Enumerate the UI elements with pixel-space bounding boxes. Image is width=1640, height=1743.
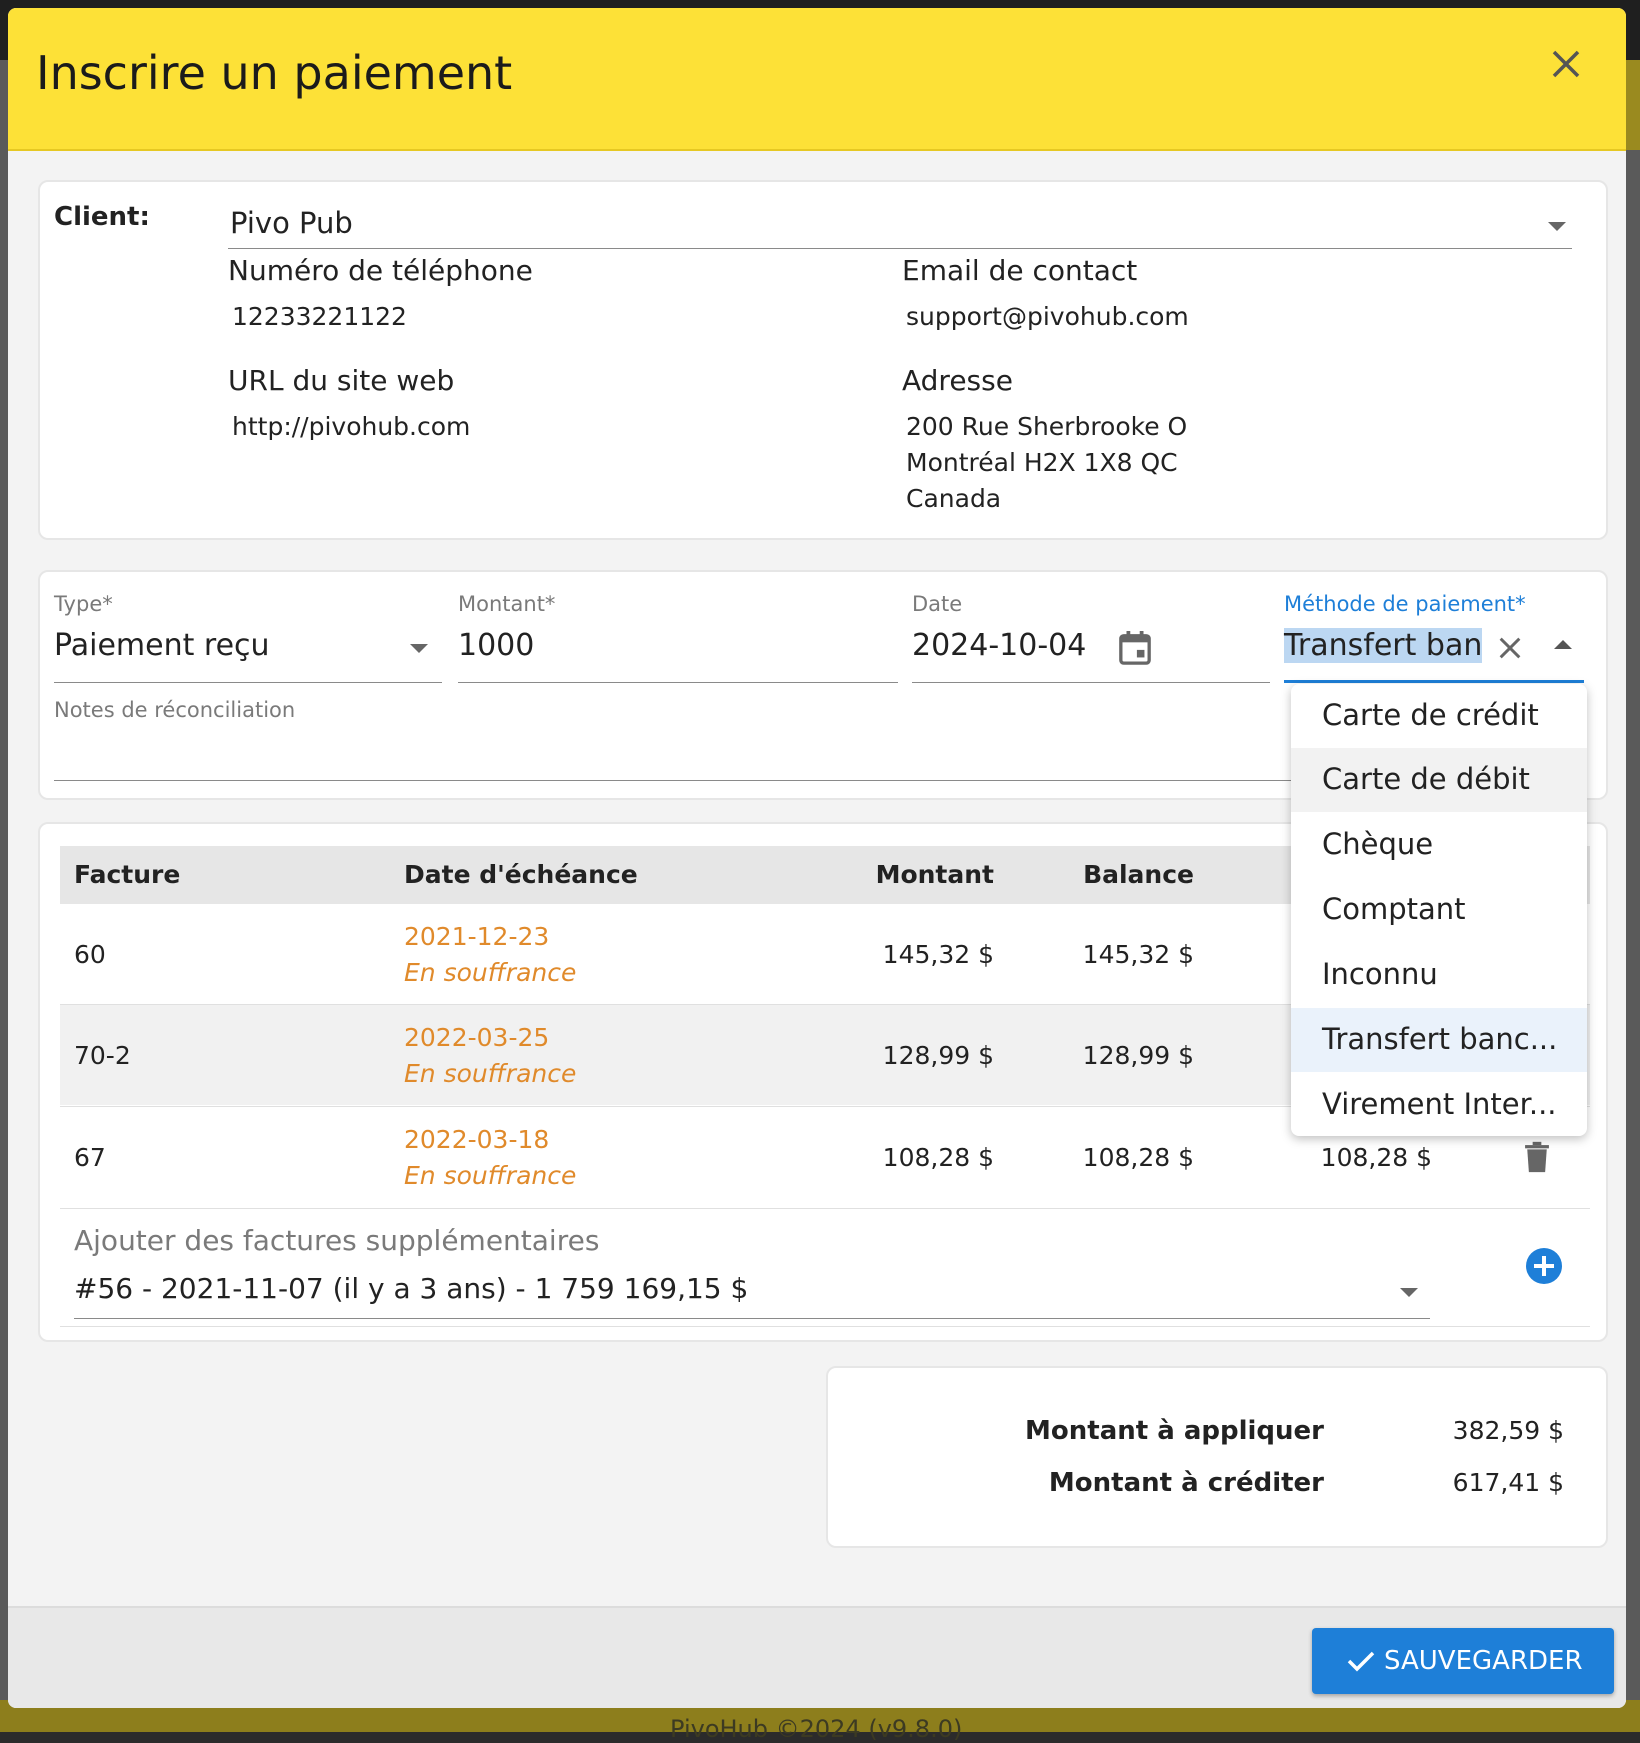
client-select[interactable]: Pivo Pub (228, 198, 1572, 248)
method-select[interactable]: Transfert ban (1284, 624, 1584, 672)
website-link[interactable]: http://pivohub.com (232, 412, 470, 441)
credit-label: Montant à créditer (1048, 1468, 1324, 1498)
invoice-number: 60 (74, 940, 106, 969)
add-invoice-underline (74, 1318, 1430, 1319)
header-invoice: Facture (74, 860, 181, 889)
add-invoice-icon[interactable] (1526, 1248, 1562, 1284)
date-underline (912, 682, 1270, 683)
date-label: Date (912, 592, 963, 616)
type-underline (54, 682, 442, 683)
status-label: En souffrance (404, 1059, 577, 1088)
email-label: Email de contact (902, 254, 1138, 287)
address-line: 200 Rue Sherbrooke O (906, 412, 1188, 441)
apply-value: 382,59 $ (1452, 1416, 1564, 1445)
phone-link[interactable]: 12233221122 (232, 302, 407, 331)
amount-underline (458, 682, 898, 683)
address-line: Canada (906, 484, 1002, 513)
applied-amount[interactable]: 108,28 $ (1321, 1143, 1432, 1172)
website-label: URL du site web (228, 364, 455, 397)
email-link[interactable]: support@pivohub.com (906, 302, 1189, 331)
dialog-title: Inscrire un paiement (36, 46, 513, 100)
menu-item-debit-card[interactable]: Carte de débit (1291, 748, 1587, 812)
card-divider (60, 1326, 1590, 1327)
invoice-amount: 128,99 $ (882, 1041, 994, 1070)
chevron-down-icon[interactable] (410, 644, 428, 653)
menu-item-cheque[interactable]: Chèque (1291, 813, 1587, 877)
background-footer-text: PivoHub ©2024 (v9.8.0) (670, 1715, 963, 1743)
invoice-number: 67 (74, 1143, 106, 1172)
add-invoice-value: #56 - 2021-11-07 (il y a 3 ans) - 1 759 … (74, 1272, 749, 1305)
menu-item-cash[interactable]: Comptant (1291, 878, 1587, 942)
type-value: Paiement reçu (54, 628, 270, 663)
check-icon (1347, 1651, 1375, 1672)
address-line: Montréal H2X 1X8 QC (906, 448, 1178, 477)
clear-icon[interactable] (1496, 634, 1524, 662)
close-icon[interactable] (1546, 44, 1586, 84)
save-button[interactable]: SAUVEGARDER (1312, 1628, 1614, 1694)
method-label: Méthode de paiement* (1284, 592, 1526, 616)
dialog-header: Inscrire un paiement (8, 8, 1626, 151)
status-label: En souffrance (404, 958, 577, 987)
method-underline (1284, 680, 1584, 683)
due-date: 2022-03-18 (404, 1125, 550, 1154)
invoice-balance: 128,99 $ (1082, 1041, 1194, 1070)
add-invoice-select[interactable]: #56 - 2021-11-07 (il y a 3 ans) - 1 759 … (74, 1266, 1430, 1316)
trash-icon[interactable] (1524, 1141, 1550, 1173)
notes-label: Notes de réconciliation (54, 698, 296, 722)
phone-label: Numéro de téléphone (228, 254, 533, 287)
menu-item-interac[interactable]: Virement Inter... (1291, 1073, 1587, 1136)
payment-method-menu: Carte de crédit Carte de débit Chèque Co… (1291, 684, 1587, 1136)
menu-item-credit-card[interactable]: Carte de crédit (1291, 684, 1587, 748)
payment-dialog: Inscrire un paiement Client: Pivo Pub Nu… (8, 8, 1626, 1708)
apply-label: Montant à appliquer (1025, 1416, 1324, 1446)
calendar-icon[interactable] (1118, 630, 1152, 666)
client-underline (228, 248, 1572, 249)
summary-card: Montant à appliquer 382,59 $ Montant à c… (826, 1366, 1608, 1548)
invoice-number: 70-2 (74, 1041, 131, 1070)
status-label: En souffrance (404, 1161, 577, 1190)
header-due-date: Date d'échéance (404, 860, 638, 889)
header-balance: Balance (1083, 860, 1194, 889)
menu-item-unknown[interactable]: Inconnu (1291, 943, 1587, 1007)
method-value: Transfert ban (1284, 628, 1483, 663)
chevron-up-icon[interactable] (1554, 640, 1572, 649)
row-divider (60, 1208, 1590, 1209)
invoice-balance: 108,28 $ (1082, 1143, 1194, 1172)
invoice-balance: 145,32 $ (1082, 940, 1194, 969)
amount-label: Montant* (458, 592, 556, 616)
due-date: 2021-12-23 (404, 922, 550, 951)
address-label: Adresse (902, 364, 1013, 397)
amount-input[interactable]: 1000 (458, 628, 898, 663)
due-date: 2022-03-25 (404, 1023, 550, 1052)
client-card: Client: Pivo Pub Numéro de téléphone 122… (38, 180, 1608, 540)
credit-value: 617,41 $ (1452, 1468, 1564, 1497)
add-invoice-label: Ajouter des factures supplémentaires (74, 1224, 600, 1257)
invoice-amount: 108,28 $ (882, 1143, 994, 1172)
type-label: Type* (54, 592, 113, 616)
client-label: Client: (54, 202, 150, 232)
chevron-down-icon[interactable] (1548, 222, 1566, 231)
chevron-down-icon[interactable] (1400, 1288, 1418, 1297)
menu-item-bank-transfer[interactable]: Transfert banc... (1291, 1008, 1587, 1072)
save-label: SAUVEGARDER (1384, 1646, 1583, 1676)
header-amount: Montant (875, 860, 994, 889)
invoice-amount: 145,32 $ (882, 940, 994, 969)
type-select[interactable]: Paiement reçu (54, 624, 442, 672)
date-input[interactable]: 2024-10-04 (912, 628, 1086, 663)
client-value: Pivo Pub (230, 206, 353, 240)
